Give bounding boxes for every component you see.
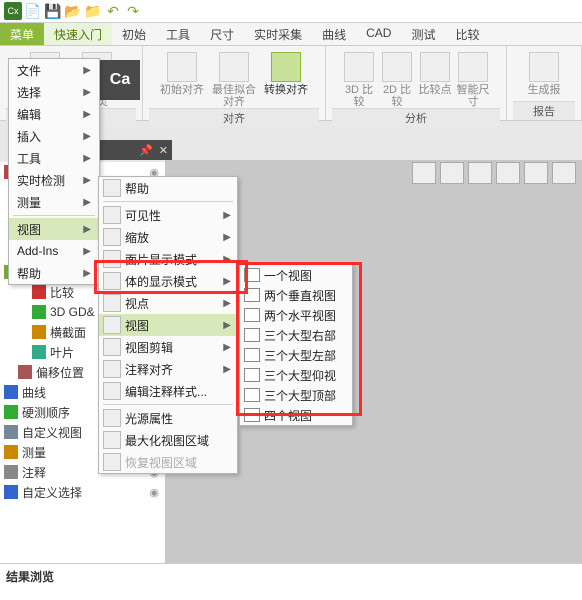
menu-item[interactable]: 选择▶ <box>9 81 99 103</box>
layout-option[interactable]: 三个大型顶部 <box>240 385 352 405</box>
submenu-item[interactable]: 可见性▶ <box>99 204 237 226</box>
tab-curve[interactable]: 曲线 <box>312 23 356 45</box>
undo-icon[interactable]: ↶ <box>104 2 122 20</box>
vt-1[interactable] <box>412 162 436 184</box>
close-icon[interactable]: ✕ <box>159 144 168 157</box>
redo-icon[interactable]: ↷ <box>124 2 142 20</box>
viewport-layout-submenu: 一个视图两个垂直视图两个水平视图三个大型右部三个大型左部三个大型仰视三个大型顶部… <box>239 264 353 426</box>
menu-item[interactable]: 文件▶ <box>9 59 99 81</box>
view-submenu: 帮助可见性▶缩放▶面片显示模式▶体的显示模式▶视点▶视图▶视图剪辑▶注释对齐▶编… <box>98 176 238 474</box>
submenu-item[interactable]: 光源属性 <box>99 407 237 429</box>
tab-tools[interactable]: 工具 <box>156 23 200 45</box>
panel-header: 📌 ✕ <box>100 140 172 160</box>
submenu-item[interactable]: 最大化视图区域 <box>99 429 237 451</box>
visibility-icon[interactable]: ◉ <box>149 486 159 499</box>
submenu-view[interactable]: 视图▶ <box>99 314 237 336</box>
rb-caption-report: 报告 <box>513 101 575 120</box>
vt-2[interactable] <box>440 162 464 184</box>
layout-option[interactable]: 两个垂直视图 <box>240 285 352 305</box>
tab-initial[interactable]: 初始 <box>112 23 156 45</box>
submenu-item[interactable]: 面片显示模式▶ <box>99 248 237 270</box>
tab-menu[interactable]: 菜单 <box>0 23 44 45</box>
rb-smart-dim[interactable]: 智能尺寸 <box>456 48 490 108</box>
submenu-item[interactable]: 视图剪辑▶ <box>99 336 237 358</box>
status-bar: 结果浏览 <box>0 563 582 600</box>
save-icon[interactable]: 💾 <box>44 2 62 20</box>
rb-report[interactable]: 生成报 <box>520 48 568 96</box>
menu-item[interactable]: 实时检测▶ <box>9 169 99 191</box>
menu-item[interactable]: 工具▶ <box>9 147 99 169</box>
submenu-restore: 恢复视图区域 <box>99 451 237 473</box>
rb-transform-align[interactable]: 转换对齐 <box>262 48 310 96</box>
ribbon-tabs: 菜单 快速入门 初始 工具 尺寸 实时采集 曲线 CAD 测试 比较 <box>0 23 582 46</box>
submenu-help[interactable]: 帮助 <box>99 177 237 199</box>
layout-option[interactable]: 一个视图 <box>240 265 352 285</box>
rb-3d-compare[interactable]: 3D 比较 <box>342 48 376 108</box>
vt-6[interactable] <box>552 162 576 184</box>
vt-4[interactable] <box>496 162 520 184</box>
new-icon[interactable]: 📄 <box>24 2 42 20</box>
tree-item[interactable]: 自定义选择◉ <box>0 482 165 502</box>
rb-caption-align: 对齐 <box>149 108 319 127</box>
layout-option[interactable]: 四个视图 <box>240 405 352 425</box>
pin-icon[interactable]: 📌 <box>139 144 153 157</box>
layout-option[interactable]: 三个大型左部 <box>240 345 352 365</box>
menu-item-view[interactable]: 视图▶ <box>9 218 99 240</box>
vt-5[interactable] <box>524 162 548 184</box>
app-icon: Cx <box>4 2 22 20</box>
layout-option[interactable]: 三个大型仰视 <box>240 365 352 385</box>
menu-item[interactable]: 编辑▶ <box>9 103 99 125</box>
vt-3[interactable] <box>468 162 492 184</box>
menu-item[interactable]: 帮助▶ <box>9 262 99 284</box>
rb-best-fit[interactable]: 最佳拟合对齐 <box>210 48 258 108</box>
tab-live[interactable]: 实时采集 <box>244 23 312 45</box>
menu-item[interactable]: Add-Ins▶ <box>9 240 99 262</box>
quick-toolbar: Cx 📄 💾 📂 📁 ↶ ↷ <box>0 0 582 23</box>
submenu-item[interactable]: 编辑注释样式... <box>99 380 237 402</box>
tab-quickstart[interactable]: 快速入门 <box>44 23 112 45</box>
rb-init-align[interactable]: 初始对齐 <box>158 48 206 96</box>
menu-item[interactable]: 插入▶ <box>9 125 99 147</box>
tab-dimension[interactable]: 尺寸 <box>200 23 244 45</box>
menu-item[interactable]: 测量▶ <box>9 191 99 213</box>
tab-compare[interactable]: 比较 <box>445 23 489 45</box>
open2-icon[interactable]: 📁 <box>84 2 102 20</box>
submenu-item[interactable]: 缩放▶ <box>99 226 237 248</box>
layout-option[interactable]: 两个水平视图 <box>240 305 352 325</box>
tab-test[interactable]: 测试 <box>401 23 445 45</box>
rb-compare-pt[interactable]: 比较点 <box>418 48 452 96</box>
open-icon[interactable]: 📂 <box>64 2 82 20</box>
rb-caption-analysis: 分析 <box>332 108 500 127</box>
submenu-item[interactable]: 注释对齐▶ <box>99 358 237 380</box>
layout-option[interactable]: 三个大型右部 <box>240 325 352 345</box>
tab-cad[interactable]: CAD <box>356 23 401 45</box>
submenu-item[interactable]: 体的显示模式▶ <box>99 270 237 292</box>
capture-logo: Ca <box>100 60 140 100</box>
submenu-item[interactable]: 视点▶ <box>99 292 237 314</box>
viewport-tools <box>412 162 576 184</box>
rb-2d-compare[interactable]: 2D 比较 <box>380 48 414 108</box>
main-menu-dropdown: 文件▶选择▶编辑▶插入▶工具▶实时检测▶测量▶ 视图▶Add-Ins▶帮助▶ <box>8 58 100 285</box>
